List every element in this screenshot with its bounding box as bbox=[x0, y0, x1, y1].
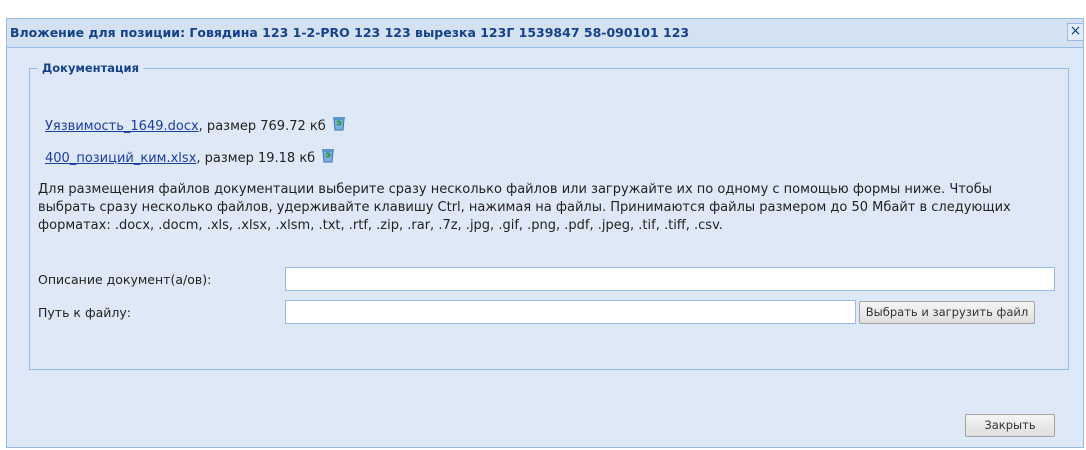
recycle-bin-icon[interactable] bbox=[332, 115, 346, 131]
dialog-title: Вложение для позиции: Говядина 123 1-2-P… bbox=[10, 25, 690, 40]
dialog-titlebar[interactable]: Вложение для позиции: Говядина 123 1-2-P… bbox=[7, 19, 1083, 48]
file-path-input[interactable] bbox=[285, 300, 856, 324]
file-link[interactable]: Уязвимость_1649.docx bbox=[45, 119, 199, 134]
documentation-legend: Документация bbox=[38, 61, 143, 75]
file-size: , размер 19.18 кб bbox=[196, 150, 316, 166]
close-button[interactable]: Закрыть bbox=[965, 414, 1055, 437]
description-input[interactable] bbox=[285, 267, 1055, 291]
upload-file-button[interactable]: Выбрать и загрузить файл bbox=[859, 301, 1035, 324]
upload-instructions: Для размещения файлов документации выбер… bbox=[38, 182, 1011, 233]
file-path-label: Путь к файлу: bbox=[38, 305, 132, 320]
file-item: Уязвимость_1649.docx , размер 769.72 кб bbox=[45, 116, 346, 136]
file-link[interactable]: 400_позиций_ким.xlsx bbox=[45, 151, 196, 166]
file-item: 400_позиций_ким.xlsx , размер 19.18 кб bbox=[45, 148, 335, 168]
recycle-bin-icon[interactable] bbox=[321, 147, 335, 163]
file-size: , размер 769.72 кб bbox=[198, 118, 326, 134]
close-icon[interactable]: × bbox=[1067, 23, 1083, 41]
attachment-dialog: Вложение для позиции: Говядина 123 1-2-P… bbox=[6, 18, 1084, 448]
description-label: Описание документ(а/ов): bbox=[38, 272, 212, 287]
